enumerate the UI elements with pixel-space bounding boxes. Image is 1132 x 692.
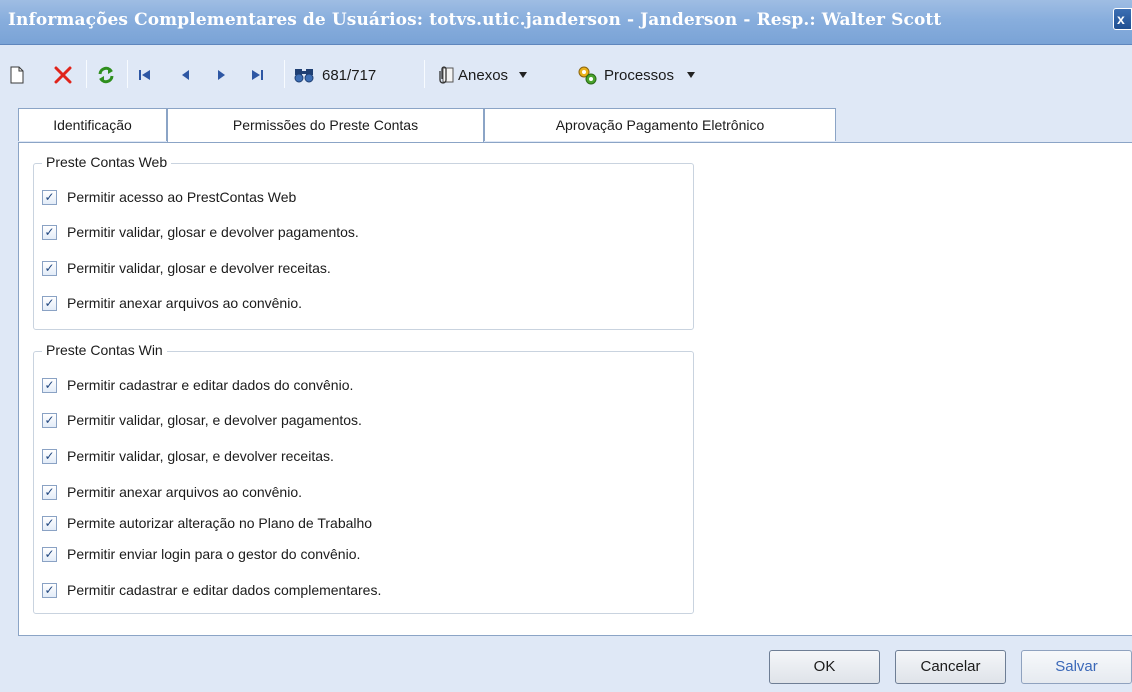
checkbox[interactable]: ✓ [42, 377, 57, 393]
checkbox[interactable]: ✓ [42, 582, 57, 598]
checkbox-row[interactable]: ✓ Permitir cadastrar e editar dados comp… [42, 580, 381, 600]
checkbox[interactable]: ✓ [42, 484, 57, 500]
tab-aprovacao-pagamento[interactable]: Aprovação Pagamento Eletrônico [484, 108, 836, 141]
next-record-button[interactable] [217, 64, 227, 86]
attachments-button[interactable]: Anexos [436, 64, 528, 86]
toolbar-separator [86, 60, 87, 88]
record-counter: 681/717 [322, 66, 377, 84]
save-button[interactable]: Salvar [1021, 650, 1132, 684]
checkbox[interactable]: ✓ [42, 448, 57, 464]
checkbox[interactable]: ✓ [42, 260, 57, 276]
close-icon: x [1117, 11, 1125, 27]
checkbox-label: Permitir enviar login para o gestor do c… [67, 546, 361, 562]
checkbox-label: Permitir cadastrar e editar dados do con… [67, 377, 354, 393]
checkbox-label: Permitir validar, glosar, e devolver rec… [67, 448, 334, 464]
processes-icon [578, 66, 597, 85]
checkbox[interactable]: ✓ [42, 412, 57, 428]
tab-identificacao[interactable]: Identificação [18, 108, 167, 141]
attachments-icon [439, 66, 454, 84]
find-icon [294, 69, 314, 83]
cancel-button[interactable]: Cancelar [895, 650, 1006, 684]
previous-record-button[interactable] [180, 64, 190, 86]
new-button[interactable] [10, 64, 24, 86]
checkbox-row[interactable]: ✓ Permitir cadastrar e editar dados do c… [42, 375, 353, 395]
toolbar-separator [284, 60, 285, 88]
checkbox[interactable]: ✓ [42, 295, 57, 311]
tab-panel: Preste Contas Web ✓ Permitir acesso ao P… [18, 142, 1132, 636]
checkbox-row[interactable]: ✓ Permitir validar, glosar e devolver pa… [42, 222, 359, 242]
attachments-label: Anexos [458, 66, 509, 84]
delete-icon [54, 66, 72, 84]
last-record-icon [252, 70, 263, 80]
checkbox-label: Permitir acesso ao PrestContas Web [67, 189, 297, 205]
checkbox-row[interactable]: ✓ Permitir validar, glosar e devolver re… [42, 258, 331, 278]
processes-button[interactable]: Processos [576, 64, 696, 86]
checkbox-row[interactable]: ✓ Permitir anexar arquivos ao convênio. [42, 482, 302, 502]
dialog-window: Informações Complementares de Usuários: … [0, 0, 1132, 692]
group-title: Preste Contas Web [42, 154, 172, 170]
ok-button[interactable]: OK [769, 650, 880, 684]
next-record-icon [218, 70, 225, 80]
refresh-icon [98, 66, 114, 84]
group-preste-contas-web: Preste Contas Web ✓ Permitir acesso ao P… [33, 154, 694, 330]
delete-button[interactable] [54, 64, 72, 86]
checkbox-label: Permite autorizar alteração no Plano de … [67, 515, 373, 531]
window-title: Informações Complementares de Usuários: … [8, 10, 942, 30]
checkbox[interactable]: ✓ [42, 189, 57, 205]
chevron-down-icon [687, 72, 696, 78]
chevron-down-icon [519, 72, 528, 78]
checkbox-label: Permitir validar, glosar e devolver rece… [67, 260, 331, 276]
checkbox-label: Permitir validar, glosar e devolver paga… [67, 224, 359, 240]
previous-record-icon [182, 70, 189, 80]
close-button[interactable]: x [1113, 8, 1132, 30]
find-button[interactable]: 681/717 [294, 64, 376, 86]
checkbox-row[interactable]: ✓ Permitir enviar login para o gestor do… [42, 544, 360, 564]
first-record-button[interactable] [138, 64, 152, 86]
checkbox-label: Permitir anexar arquivos ao convênio. [67, 484, 303, 500]
toolbar-separator [127, 60, 128, 88]
tab-permissoes-preste-contas[interactable]: Permissões do Preste Contas [167, 108, 484, 142]
checkbox[interactable]: ✓ [42, 546, 57, 562]
checkbox-row[interactable]: ✓ Permitir anexar arquivos ao convênio. [42, 293, 302, 313]
new-icon [10, 66, 24, 84]
toolbar: 681/717 Anexos Processos [0, 46, 1132, 102]
checkbox-row[interactable]: ✓ Permitir validar, glosar, e devolver p… [42, 410, 362, 430]
checkbox[interactable]: ✓ [42, 224, 57, 240]
refresh-button[interactable] [96, 64, 116, 86]
checkbox-label: Permitir validar, glosar, e devolver pag… [67, 412, 362, 428]
group-preste-contas-win: Preste Contas Win ✓ Permitir cadastrar e… [33, 342, 694, 614]
checkbox[interactable]: ✓ [42, 515, 57, 531]
checkbox-row[interactable]: ✓ Permitir acesso ao PrestContas Web [42, 187, 296, 207]
checkbox-label: Permitir anexar arquivos ao convênio. [67, 295, 303, 311]
first-record-icon [139, 70, 150, 80]
checkbox-row[interactable]: ✓ Permite autorizar alteração no Plano d… [42, 513, 372, 533]
checkbox-row[interactable]: ✓ Permitir validar, glosar, e devolver r… [42, 446, 334, 466]
checkbox-label: Permitir cadastrar e editar dados comple… [67, 582, 382, 598]
last-record-button[interactable] [250, 64, 264, 86]
processes-label: Processos [604, 66, 675, 84]
toolbar-separator [424, 60, 425, 88]
title-bar: Informações Complementares de Usuários: … [0, 0, 1132, 45]
group-title: Preste Contas Win [42, 342, 167, 358]
